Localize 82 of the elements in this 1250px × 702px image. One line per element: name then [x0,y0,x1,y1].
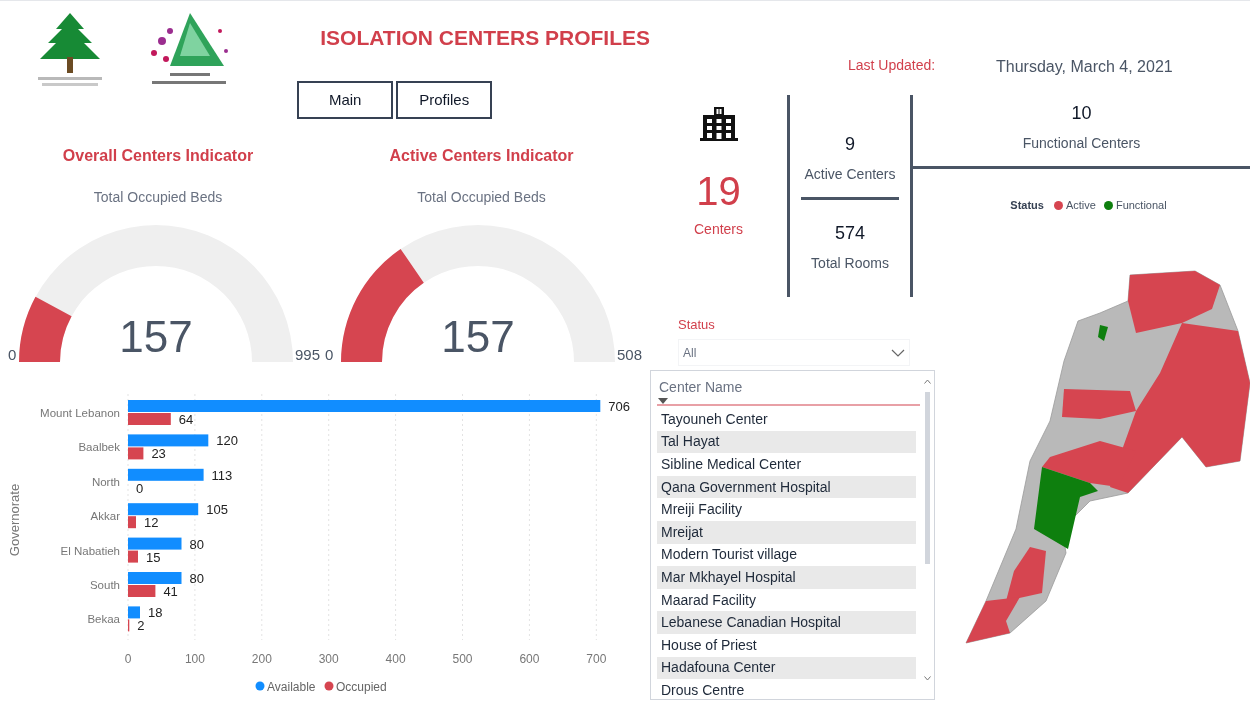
scrollbar-thumb[interactable] [924,392,930,564]
chevron-down-icon [891,348,905,357]
data-label: 41 [163,584,178,599]
category-label: Mount Lebanon [40,407,120,419]
chart-legend-label: Occupied [336,679,387,694]
status-dropdown[interactable]: All [678,339,910,366]
category-label: Akkar [90,510,120,523]
center-list-item[interactable]: Sibline Medical Center [657,453,916,476]
center-list-item[interactable]: Drous Centre [657,679,916,702]
hospital-icon [699,107,738,141]
x-tick-label: 200 [251,652,272,666]
data-label: 2 [137,618,145,634]
legend-label: Functional [1115,198,1167,213]
x-tick-label: 600 [519,652,540,666]
gauge-min-label: 0 [8,345,18,364]
scroll-down-icon [923,676,931,681]
centers-count: 19 [696,169,741,213]
x-tick-label: 100 [184,652,205,666]
center-list-item[interactable]: Modern Tourist village [657,543,916,567]
category-label: El Nabatieh [60,544,120,557]
y-axis-title: Governorate [7,483,22,557]
sort-down-icon [658,398,668,404]
last-updated-label: Last Updated: [848,56,937,75]
center-list-item[interactable]: Qana Government Hospital [657,475,916,499]
data-label: 0 [136,480,144,496]
gauge-max-label: 995 [294,345,320,364]
scroll-up-icon [923,379,931,384]
category-label: Baalbek [78,441,120,454]
center-list-item[interactable]: Mreiji Facility [657,498,916,521]
total-rooms-count: 574 [834,222,865,245]
center-list-item[interactable]: House of Priest [657,633,916,657]
functional-centers-label: Functional Centers [1022,134,1141,153]
gauge-title: Active Centers Indicator [388,145,575,166]
data-label: 80 [189,571,204,586]
data-label: 64 [178,412,194,427]
center-list-item[interactable]: Maarad Facility [657,588,916,612]
legend-marker [255,681,265,691]
gauge-max-label: 508 [617,345,643,364]
legend-marker [324,681,334,691]
center-list-item[interactable]: Tayouneh Center [657,408,916,431]
data-label: 105 [206,502,228,518]
x-tick-label: 400 [385,652,406,666]
legend-label: Active [1065,198,1096,213]
gauge-subtitle: Total Occupied Beds [92,187,224,207]
center-list-item[interactable]: Lebanese Canadian Hospital [657,611,916,634]
last-updated-date: Thursday, March 4, 2021 [996,57,1173,77]
x-tick-label: 300 [318,652,339,666]
x-tick-label: 700 [586,652,607,666]
data-label: 120 [216,433,238,449]
legend-title: Status [1010,198,1044,213]
chart-legend-label: Available [267,679,316,694]
functional-centers-count: 10 [1071,102,1092,125]
status-filter-label: Status [677,316,716,334]
centers-label: Centers [694,220,743,239]
gauge-title: Overall Centers Indicator [61,145,255,166]
data-label: 113 [211,467,233,483]
data-label: 23 [151,446,166,462]
center-name-header[interactable]: Center Name [657,377,920,406]
gauge-value: 157 [440,311,516,362]
nav-button[interactable]: Profiles [396,81,493,119]
category-label: South [89,579,120,591]
nav-button[interactable]: Main [297,81,394,119]
center-list-item[interactable]: Tal Hayat [657,430,916,454]
category-label: Bekaa [87,613,120,626]
center-list-item[interactable]: Hadafouna Center [657,656,916,680]
total-rooms-label: Total Rooms [811,254,889,273]
category-label: North [91,475,120,488]
active-centers-label: Active Centers [804,165,896,184]
center-list-item[interactable]: Mar Mkhayel Hospital [657,566,916,589]
center-list-item[interactable]: Mreijat [657,520,916,544]
data-label: 18 [148,605,163,621]
gauge-value: 157 [118,311,194,362]
data-label: 12 [144,515,159,531]
x-tick-label: 0 [124,652,132,666]
dashboard-title: ISOLATION CENTERS PROFILES [319,25,650,51]
data-label: 15 [146,549,161,565]
gauge-subtitle: Total Occupied Beds [416,187,547,207]
x-tick-label: 500 [452,652,473,666]
gauge-min-label: 0 [325,345,335,364]
data-label: 80 [189,536,204,552]
data-label: 706 [608,399,630,414]
active-centers-count: 9 [845,133,855,156]
